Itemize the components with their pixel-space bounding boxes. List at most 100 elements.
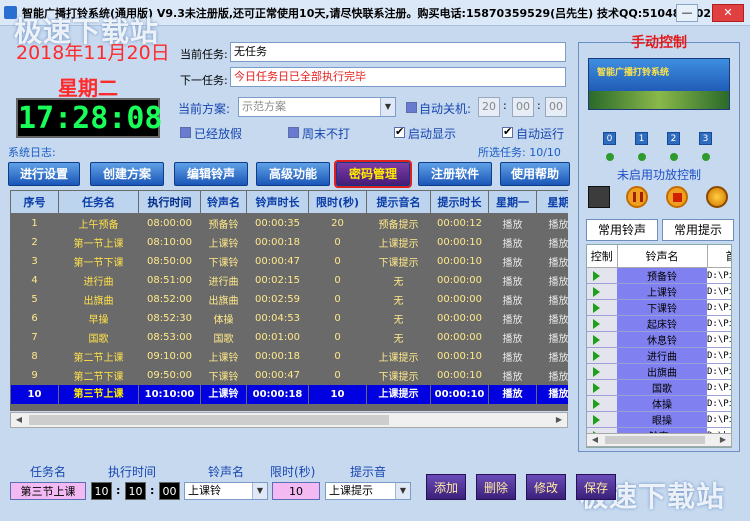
modify-button[interactable]: 修改 bbox=[526, 474, 566, 500]
password-manage-button[interactable]: 密码管理 bbox=[334, 160, 412, 188]
table-cell: 第二节上课 bbox=[58, 346, 139, 366]
table-row[interactable]: 8 第二节上课 09:10:00 上课铃 00:00:18 0 上课提示 00:00:10 播放… bbox=[10, 346, 568, 366]
col-header[interactable]: 执行时间 bbox=[138, 190, 201, 214]
list-item[interactable]: 体操 D:\Pi bbox=[587, 395, 731, 412]
play-icon[interactable] bbox=[593, 414, 600, 425]
list-item[interactable]: 起床铃 D:\Pi bbox=[587, 315, 731, 332]
tab-common-bells[interactable]: 常用铃声 bbox=[586, 219, 658, 241]
table-row[interactable]: 2 第一节上课 08:10:00 上课铃 00:00:18 0 上课提示 00:00:10 播放… bbox=[10, 232, 568, 252]
list-item[interactable]: 休息铃 D:\Pi bbox=[587, 331, 731, 348]
col-header[interactable]: 铃声名 bbox=[617, 245, 708, 268]
table-row[interactable]: 5 出旗曲 08:52:00 出旗曲 00:02:59 0 无 00:00:00 播放 播放 bbox=[10, 289, 568, 309]
bell-name-select[interactable]: 上课铃 ▼ bbox=[184, 482, 268, 500]
play-icon[interactable] bbox=[593, 302, 600, 313]
settings-button[interactable]: 进行设置 bbox=[8, 162, 80, 186]
minimize-button[interactable]: — bbox=[676, 4, 698, 22]
shutdown-second-input[interactable]: 00 bbox=[545, 97, 567, 117]
shutdown-minute-input[interactable]: 00 bbox=[512, 97, 534, 117]
chevron-down-icon: ▼ bbox=[252, 483, 267, 499]
channel-0-button[interactable]: 0 bbox=[603, 132, 616, 145]
task-name-input[interactable]: 第三节上课 bbox=[10, 482, 86, 500]
autoshow-checkbox[interactable] bbox=[394, 125, 405, 138]
exec-second-input[interactable]: 00 bbox=[159, 482, 180, 500]
exec-minute-input[interactable]: 10 bbox=[125, 482, 146, 500]
list-item[interactable]: 下课铃 D:\Pi bbox=[587, 299, 731, 316]
add-button[interactable]: 添加 bbox=[426, 474, 466, 500]
exec-hour-input[interactable]: 10 bbox=[91, 482, 112, 500]
list-item[interactable]: 国歌 D:\Pi bbox=[587, 379, 731, 396]
table-cell: 播放 bbox=[488, 327, 537, 347]
col-header[interactable]: 首 bbox=[707, 245, 731, 268]
weekend-checkbox[interactable] bbox=[288, 127, 299, 138]
system-log-label: 系统日志: bbox=[8, 146, 56, 159]
play-icon[interactable] bbox=[593, 334, 600, 345]
channel-2-button[interactable]: 2 bbox=[667, 132, 680, 145]
tab-common-prompts[interactable]: 常用提示 bbox=[662, 219, 734, 241]
advanced-button[interactable]: 高级功能 bbox=[256, 162, 330, 186]
register-button[interactable]: 注册软件 bbox=[418, 162, 492, 186]
table-row[interactable]: 3 第一节下课 08:50:00 下课铃 00:00:47 0 下课提示 00:00:10 播放… bbox=[10, 251, 568, 271]
table-row[interactable]: 9 第二节下课 09:50:00 下课铃 00:00:47 0 下课提示 00:00:10 播放… bbox=[10, 365, 568, 385]
prompt-select[interactable]: 上课提示 ▼ bbox=[325, 482, 411, 500]
table-horizontal-scrollbar[interactable]: ◀ ▶ bbox=[10, 412, 568, 428]
manual-control-title: 手动控制 bbox=[631, 35, 687, 51]
list-item[interactable]: 进行曲 D:\Pi bbox=[587, 347, 731, 364]
shutdown-hour-input[interactable]: 20 bbox=[478, 97, 500, 117]
col-header[interactable]: 任务名 bbox=[58, 190, 139, 214]
microphone-icon[interactable] bbox=[588, 186, 610, 208]
col-header[interactable]: 星期 bbox=[536, 190, 568, 214]
autorun-checkbox[interactable] bbox=[502, 125, 513, 138]
help-button[interactable]: 使用帮助 bbox=[500, 162, 570, 186]
table-cell: 00:00:00 bbox=[430, 327, 489, 347]
play-icon[interactable] bbox=[593, 398, 600, 409]
scroll-right-icon[interactable]: ▶ bbox=[551, 413, 567, 427]
pause-icon[interactable] bbox=[626, 186, 648, 208]
play-icon[interactable] bbox=[593, 382, 600, 393]
play-icon[interactable] bbox=[593, 350, 600, 361]
list-item[interactable]: 眼操 D:\Pi bbox=[587, 411, 731, 428]
play-icon[interactable] bbox=[593, 318, 600, 329]
bell-horizontal-scrollbar[interactable]: ◀ ▶ bbox=[586, 433, 732, 447]
col-header[interactable]: 铃声时长 bbox=[246, 190, 309, 214]
play-icon[interactable] bbox=[593, 366, 600, 377]
scroll-left-icon[interactable]: ◀ bbox=[11, 413, 27, 427]
channel-3-button[interactable]: 3 bbox=[699, 132, 712, 145]
col-header[interactable]: 提示音名 bbox=[366, 190, 431, 214]
table-cell: 下课提示 bbox=[366, 365, 431, 385]
col-header[interactable]: 提示时长 bbox=[430, 190, 489, 214]
delete-button[interactable]: 删除 bbox=[476, 474, 516, 500]
channel-1-button[interactable]: 1 bbox=[635, 132, 648, 145]
scheme-select[interactable]: 示范方案 ▼ bbox=[238, 97, 396, 117]
scroll-left-icon[interactable]: ◀ bbox=[587, 434, 603, 446]
play-icon[interactable] bbox=[593, 286, 600, 297]
list-item[interactable]: 上课铃 D:\Pi bbox=[587, 283, 731, 300]
scroll-right-icon[interactable]: ▶ bbox=[715, 434, 731, 446]
table-row[interactable]: 6 早操 08:52:30 体操 00:04:53 0 无 00:00:00 播放 播放 bbox=[10, 308, 568, 328]
table-cell: 00:00:18 bbox=[246, 346, 309, 366]
table-row[interactable]: 7 国歌 08:53:00 国歌 00:01:00 0 无 00:00:00 播放 播放 bbox=[10, 327, 568, 347]
holiday-checkbox[interactable] bbox=[180, 127, 191, 138]
col-header[interactable]: 序号 bbox=[10, 190, 59, 214]
limit-input[interactable]: 10 bbox=[272, 482, 320, 500]
col-header[interactable]: 铃声名 bbox=[200, 190, 247, 214]
table-row[interactable]: 1 上午预备 08:00:00 预备铃 00:00:35 20 预备提示 00:00:12 播放… bbox=[10, 213, 568, 233]
close-button[interactable]: ✕ bbox=[712, 4, 744, 22]
list-item[interactable]: 预备铃 D:\Pi bbox=[587, 267, 731, 284]
col-header[interactable]: 限时(秒) bbox=[308, 190, 367, 214]
create-scheme-button[interactable]: 创建方案 bbox=[90, 162, 164, 186]
table-row[interactable]: 4 进行曲 08:51:00 进行曲 00:02:15 0 无 00:00:00 播放 播放 bbox=[10, 270, 568, 290]
scrollbar-thumb[interactable] bbox=[605, 436, 705, 444]
table-row[interactable]: 10 第三节上课 10:10:00 上课铃 00:00:18 10 上课提示 00:00:10… bbox=[10, 384, 568, 405]
play-icon[interactable] bbox=[593, 270, 600, 281]
table-cell: 10 bbox=[10, 384, 59, 405]
edit-bells-button[interactable]: 编辑铃声 bbox=[174, 162, 248, 186]
table-cell: 第三节上课 bbox=[58, 384, 139, 405]
col-header[interactable]: 星期一 bbox=[488, 190, 537, 214]
col-header[interactable]: 控制 bbox=[587, 245, 618, 268]
scrollbar-thumb[interactable] bbox=[29, 415, 389, 425]
auto-shutdown-checkbox[interactable] bbox=[406, 102, 417, 113]
list-item[interactable]: 出旗曲 D:\Pi bbox=[587, 363, 731, 380]
record-icon[interactable] bbox=[706, 186, 728, 208]
save-button[interactable]: 保存 bbox=[576, 474, 616, 500]
table-cell: 08:52:30 bbox=[138, 308, 201, 328]
